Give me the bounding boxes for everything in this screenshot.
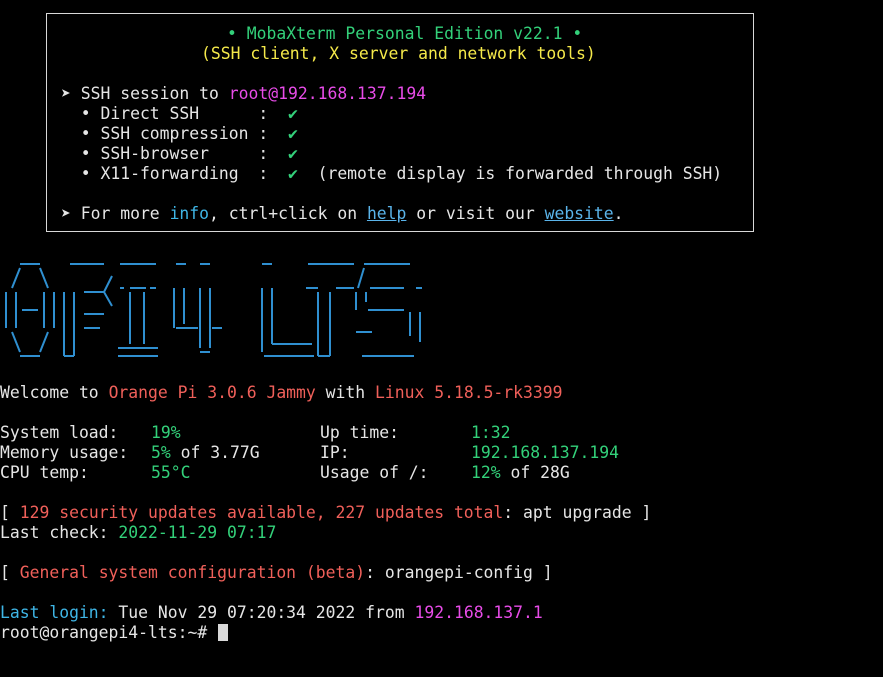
more-prefix: ➤ For more: [61, 204, 170, 223]
more-mid: , ctrl+click on: [209, 204, 367, 223]
updates-command: : apt upgrade ]: [503, 503, 652, 522]
check-icon: ✔: [287, 124, 298, 143]
welcome-line: Welcome to Orange Pi 3.0.6 Jammy with Li…: [0, 383, 563, 403]
uptime-value: 1:32: [471, 423, 511, 442]
check-icon: ✔: [287, 164, 298, 183]
mobaxterm-banner: • MobaXterm Personal Edition v22.1 • (SS…: [46, 13, 754, 232]
config-text: General system configuration (beta): [19, 563, 366, 582]
prompt-text: root@orangepi4-lts:~#: [0, 623, 218, 642]
last-login-label: Last login:: [0, 603, 109, 622]
last-login-ip: 192.168.137.1: [414, 603, 543, 622]
ssh-session-line: ➤ SSH session to root@192.168.137.194: [61, 84, 426, 104]
kernel-version: Linux 5.18.5-rk3399: [375, 383, 563, 402]
ip-value: 192.168.137.194: [471, 443, 620, 462]
memory-label: Memory usage:: [0, 443, 129, 462]
updates-open: [: [0, 503, 20, 522]
check-icon: ✔: [287, 144, 298, 163]
last-login-line: Last login: Tue Nov 29 07:20:34 2022 fro…: [0, 603, 543, 623]
more-end: .: [613, 204, 624, 223]
feature-x11-forwarding: • X11-forwarding : ✔ (remote display is …: [61, 164, 722, 184]
feature-ssh-browser: • SSH-browser : ✔: [61, 144, 298, 164]
cursor: [218, 624, 229, 641]
memory-of: of 3.77G: [170, 443, 260, 462]
stats-row-1: System load: 19% Up time: 1:32: [0, 423, 883, 443]
config-command: : orangepi-config ]: [365, 563, 553, 582]
more-mid2: or visit our: [406, 204, 545, 223]
config-open: [: [0, 563, 20, 582]
ssh-session-prefix: ➤ SSH session to: [61, 84, 229, 103]
check-icon: ✔: [287, 104, 298, 123]
ssh-target: root@192.168.137.194: [228, 84, 427, 103]
website-link[interactable]: website: [545, 204, 614, 223]
stats-row-3: CPU temp: 55°C Usage of /: 12% of 28G: [0, 463, 883, 483]
help-link[interactable]: help: [367, 204, 406, 223]
last-login-text: Tue Nov 29 07:20:34 2022 from: [108, 603, 415, 622]
cpu-temp-label: CPU temp:: [0, 463, 89, 482]
feature-direct-ssh: • Direct SSH : ✔: [61, 104, 298, 124]
updates-text: 129 security updates available, 227 upda…: [19, 503, 504, 522]
memory-value: 5%: [151, 443, 171, 462]
last-check-line: Last check: 2022-11-29 07:17: [0, 523, 276, 543]
last-check-value: 2022-11-29 07:17: [118, 523, 277, 542]
distro-name: Orange Pi 3.0.6 Jammy: [108, 383, 316, 402]
cpu-temp-value: 55°C: [151, 463, 191, 482]
disk-usage-of: of 28G: [500, 463, 570, 482]
more-info-line: ➤ For more info, ctrl+click on help or v…: [61, 204, 624, 224]
uptime-label: Up time:: [320, 423, 399, 442]
feature-ssh-compression: • SSH compression : ✔: [61, 124, 298, 144]
system-load-value: 19%: [151, 423, 181, 442]
stats-row-2: Memory usage: 5% of 3.77G IP: 192.168.13…: [0, 443, 883, 463]
config-line: [ General system configuration (beta): o…: [0, 563, 553, 583]
banner-title: • MobaXterm Personal Edition v22.1 •: [227, 24, 583, 43]
feature-label: • X11-forwarding :: [61, 164, 288, 183]
banner-subtitle: (SSH client, X server and network tools): [201, 44, 596, 63]
ip-label: IP:: [320, 443, 350, 462]
welcome-prefix: Welcome to: [0, 383, 109, 402]
last-check-label: Last check:: [0, 523, 119, 542]
updates-line: [ 129 security updates available, 227 up…: [0, 503, 651, 523]
disk-usage-value: 12%: [471, 463, 501, 482]
feature-label: • Direct SSH :: [61, 104, 288, 123]
shell-prompt[interactable]: root@orangepi4-lts:~#: [0, 623, 229, 643]
feature-label: • SSH compression :: [61, 124, 288, 143]
system-load-label: System load:: [0, 423, 119, 442]
disk-usage-label: Usage of /:: [320, 463, 429, 482]
feature-note: (remote display is forwarded through SSH…: [297, 164, 723, 183]
feature-label: • SSH-browser :: [61, 144, 288, 163]
info-link[interactable]: info: [170, 204, 209, 223]
opi4-lts-ascii-logo: [5, 263, 422, 357]
welcome-mid: with: [315, 383, 376, 402]
